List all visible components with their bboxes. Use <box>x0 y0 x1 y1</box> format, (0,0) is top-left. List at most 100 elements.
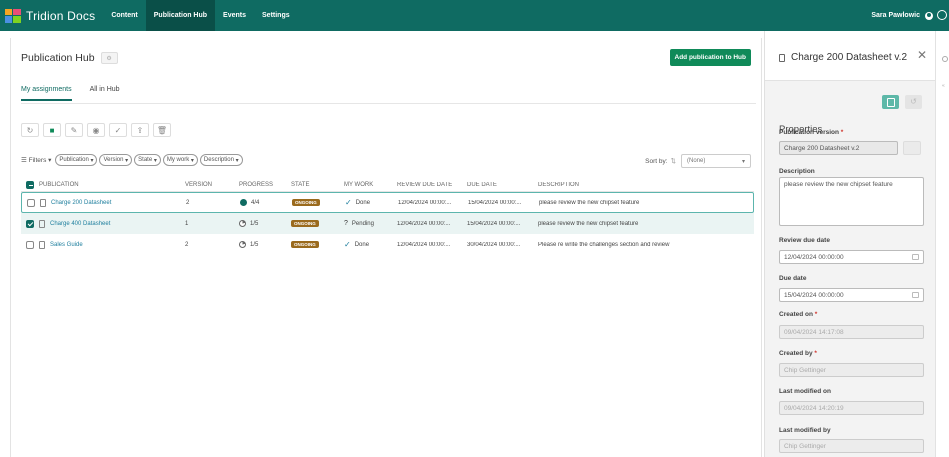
user-menu[interactable]: Sara Pawlowic <box>871 0 933 31</box>
review-due-cell: 12/04/2024 00:00:... <box>398 199 452 206</box>
table-row[interactable]: Sales Guide 2 1/5 ONGOING ✓ Done 12/04/20… <box>21 234 754 255</box>
row-checkbox[interactable] <box>26 240 34 249</box>
progress-complete-icon <box>240 199 247 206</box>
page-title: Publication Hub <box>21 52 95 64</box>
filter-bar: ☰ Filters ▾ Publication ▾ Version ▾ Stat… <box>21 154 245 166</box>
publication-link[interactable]: Charge 400 Datasheet <box>50 221 110 227</box>
save-properties-button[interactable] <box>882 95 899 109</box>
browse-icon[interactable] <box>903 141 921 155</box>
modified-by-value: Chip Gettinger <box>784 442 826 450</box>
collapse-icon[interactable]: « <box>942 83 945 89</box>
required-mark: * <box>814 350 817 357</box>
review-due-field[interactable]: 12/04/2024 00:00:00 <box>779 250 924 264</box>
calendar-icon[interactable] <box>912 292 919 298</box>
col-description[interactable]: DESCRIPTION <box>538 182 754 188</box>
description-field[interactable]: please review the new chipset feature <box>779 177 924 226</box>
filter-state[interactable]: State ▾ <box>134 154 161 166</box>
check-icon: ✓ <box>345 198 352 207</box>
sort-label: Sort by: <box>645 157 668 165</box>
created-on-label-text: Created on <box>779 311 813 318</box>
modified-on-label: Last modified on <box>779 388 831 395</box>
description-cell: Please re write the challenges section a… <box>538 241 670 248</box>
tab-my-assignments[interactable]: My assignments <box>21 86 72 101</box>
help-icon[interactable] <box>937 10 947 20</box>
row-checkbox[interactable] <box>26 219 34 228</box>
row-checkbox[interactable] <box>27 198 35 207</box>
created-on-label: Created on * <box>779 311 817 318</box>
filter-publication-label: Publication <box>59 157 89 163</box>
pub-version-value: Charge 200 Datasheet v.2 <box>784 144 860 152</box>
refresh-icon[interactable]: ↻ <box>21 123 39 137</box>
review-due-cell: 12/04/2024 00:00:... <box>397 220 451 227</box>
add-publication-button[interactable]: Add publication to Hub <box>669 49 751 66</box>
undo-button[interactable]: ↺ <box>905 95 922 109</box>
col-due-date[interactable]: DUE DATE <box>467 182 538 188</box>
info-icon[interactable] <box>942 56 948 62</box>
sort-value: (None) <box>687 158 706 164</box>
calendar-icon[interactable] <box>912 254 919 260</box>
created-by-label: Created by * <box>779 350 817 357</box>
publication-link[interactable]: Sales Guide <box>50 242 83 248</box>
col-version[interactable]: VERSION <box>185 182 239 188</box>
view-icon[interactable]: ◉ <box>87 123 105 137</box>
close-icon[interactable]: ✕ <box>917 48 927 62</box>
filters-label: Filters <box>28 157 47 164</box>
table-row[interactable]: Charge 200 Datasheet 2 4/4 ONGOING ✓ Done… <box>21 192 754 213</box>
nav-content[interactable]: Content <box>103 0 145 31</box>
version-cell: 1 <box>185 220 189 227</box>
progress-partial-icon <box>239 220 246 227</box>
action-toolbar: ↻ ■ ✎ ◉ ✓ ⇪ 🗑 <box>21 123 175 137</box>
filter-my-work-label: My work <box>166 157 190 163</box>
table-row[interactable]: Charge 400 Datasheet 1 1/5 ONGOING ? Pend… <box>21 213 754 234</box>
col-state[interactable]: STATE <box>291 182 344 188</box>
review-due-cell: 12/04/2024 00:00:... <box>397 241 451 248</box>
nav-settings[interactable]: Settings <box>254 0 298 31</box>
created-on-value: 09/04/2024 14:17:08 <box>784 328 844 336</box>
col-review-due-date[interactable]: REVIEW DUE DATE <box>397 182 467 188</box>
due-cell: 30/04/2024 00:00:... <box>467 241 521 248</box>
description-cell: please review the new chipset feature <box>538 220 639 227</box>
col-progress[interactable]: PROGRESS <box>239 182 291 188</box>
filter-my-work[interactable]: My work ▾ <box>162 154 198 166</box>
sort-select[interactable]: (None) ▾ <box>681 154 751 168</box>
hub-settings-icon[interactable]: ⚙ <box>100 52 118 64</box>
app-name: Tridion Docs <box>26 8 96 23</box>
modified-by-field: Chip Gettinger <box>779 439 924 453</box>
approve-icon[interactable]: ✓ <box>109 123 127 137</box>
review-due-label: Review due date <box>779 237 830 244</box>
panel-title-text: Charge 200 Datasheet v.2 <box>791 52 908 63</box>
filter-description[interactable]: Description ▾ <box>199 154 243 166</box>
panel-title: Charge 200 Datasheet v.2 <box>779 52 907 63</box>
review-due-value: 12/04/2024 00:00:00 <box>784 253 844 261</box>
col-publication[interactable]: PUBLICATION <box>39 182 185 188</box>
col-my-work[interactable]: MY WORK <box>344 182 397 188</box>
required-mark: * <box>840 129 844 136</box>
progress-partial-icon <box>239 241 246 248</box>
tab-all-in-hub[interactable]: All in Hub <box>90 86 120 101</box>
created-on-field: 09/04/2024 14:17:08 <box>779 325 924 339</box>
edit-icon[interactable]: ✎ <box>65 123 83 137</box>
main-nav: Content Publication Hub Events Settings <box>103 0 297 31</box>
modified-on-value: 09/04/2024 14:20:19 <box>784 404 844 412</box>
save-icon[interactable]: ■ <box>43 123 61 137</box>
app-logo[interactable]: Tridion Docs <box>5 0 95 31</box>
nav-events[interactable]: Events <box>215 0 254 31</box>
pub-version-field: Charge 200 Datasheet v.2 <box>779 141 898 155</box>
chevron-down-icon: ▾ <box>741 158 745 165</box>
panel-header: Charge 200 Datasheet v.2 ✕ <box>765 31 935 81</box>
filter-version[interactable]: Version ▾ <box>99 154 133 166</box>
check-icon: ✓ <box>344 240 351 249</box>
delete-icon[interactable]: 🗑 <box>153 123 171 137</box>
table-header: PUBLICATION VERSION PROGRESS STATE MY WO… <box>21 178 754 192</box>
sort-direction-icon[interactable]: ⇅ <box>671 157 676 165</box>
select-all-checkbox[interactable] <box>26 180 34 189</box>
due-date-field[interactable]: 15/04/2024 00:00:00 <box>779 288 924 302</box>
publish-icon[interactable]: ⇪ <box>131 123 149 137</box>
filters-toggle[interactable]: ☰ Filters ▾ <box>21 156 51 164</box>
assignments-table: PUBLICATION VERSION PROGRESS STATE MY WO… <box>21 178 754 255</box>
nav-publication-hub[interactable]: Publication Hub <box>145 0 216 31</box>
user-name: Sara Pawlowic <box>871 12 920 19</box>
filter-publication[interactable]: Publication ▾ <box>55 154 98 166</box>
publication-link[interactable]: Charge 200 Datasheet <box>51 200 111 206</box>
created-by-field: Chip Gettinger <box>779 363 924 377</box>
